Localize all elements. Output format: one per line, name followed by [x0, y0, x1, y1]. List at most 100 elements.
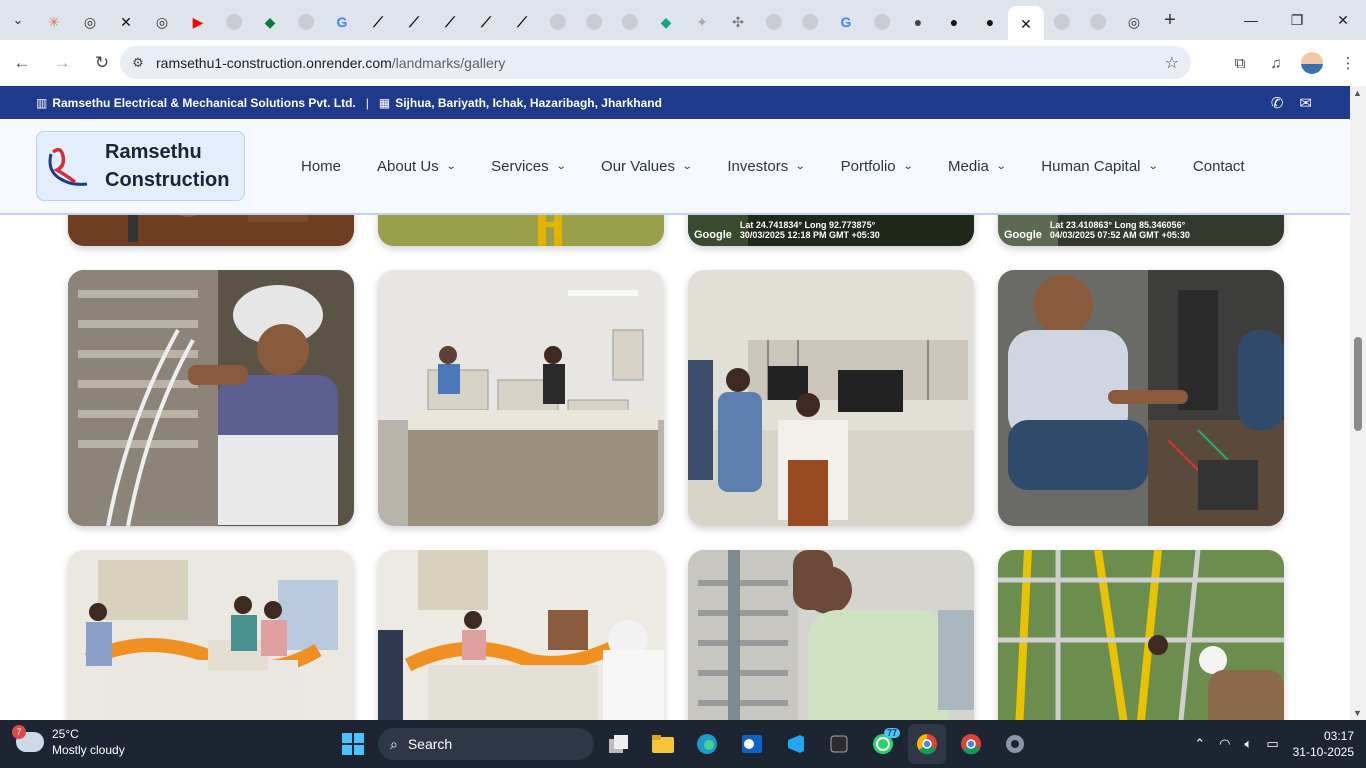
chrome-icon[interactable]	[908, 724, 946, 764]
browser-tab[interactable]: ⟋	[468, 6, 504, 38]
browser-tab[interactable]: ●	[972, 6, 1008, 38]
globe-icon	[802, 14, 818, 30]
nav-item-portfolio[interactable]: Portfolio ⌄	[823, 158, 930, 175]
nav-item-media[interactable]: Media ⌄	[930, 158, 1023, 175]
url-text[interactable]: ramsethu1-construction.onrender.com/land…	[156, 55, 505, 71]
browser-tab[interactable]	[540, 6, 576, 38]
forward-icon[interactable]: →	[44, 45, 80, 81]
browser-tab[interactable]	[612, 6, 648, 38]
gallery-photo[interactable]	[998, 270, 1284, 526]
browser-tab[interactable]	[1044, 6, 1080, 38]
edge-icon[interactable]	[688, 724, 726, 764]
chevron-up-icon[interactable]: ⌃	[1194, 736, 1205, 752]
nav-item-contact[interactable]: Contact	[1175, 158, 1263, 175]
site-info-icon[interactable]: ⚙	[120, 55, 156, 71]
browser-tab[interactable]: ▶	[180, 6, 216, 38]
browser-tab[interactable]: ◆	[252, 6, 288, 38]
top-info-bar: ▥ Ramsethu Electrical & Mechanical Solut…	[0, 86, 1350, 119]
new-tab-button[interactable]: +	[1152, 4, 1188, 36]
search-icon: ⌕	[390, 735, 398, 752]
close-window-icon[interactable]: ✕	[1320, 0, 1366, 40]
browser-tab[interactable]	[864, 6, 900, 38]
site-logo[interactable]: Ramsethu Construction	[36, 131, 245, 201]
address-bar[interactable]: ⚙ ramsethu1-construction.onrender.com/la…	[120, 46, 1191, 79]
nav-item-label: Media	[948, 157, 989, 175]
gallery-photo[interactable]	[68, 550, 354, 720]
taskbar-search[interactable]: ⌕ Search	[378, 728, 594, 760]
chrome-profile-icon[interactable]	[952, 724, 990, 764]
wifi-icon[interactable]: ◠	[1219, 736, 1230, 752]
settings-icon[interactable]	[996, 724, 1034, 764]
scroll-down-icon[interactable]: ▼	[1353, 708, 1362, 718]
file-explorer-icon[interactable]	[644, 724, 682, 764]
browser-tab[interactable]	[216, 6, 252, 38]
browser-tab[interactable]	[288, 6, 324, 38]
task-view-icon[interactable]	[600, 724, 638, 764]
media-controls-icon[interactable]: ♫	[1258, 45, 1294, 81]
nav-item-investors[interactable]: Investors ⌄	[709, 158, 822, 175]
bookmark-star-icon[interactable]: ☆	[1165, 53, 1179, 73]
phone-icon[interactable]: ✆	[1271, 94, 1284, 112]
browser-tab[interactable]	[792, 6, 828, 38]
gallery-photo[interactable]	[688, 270, 974, 526]
weather-widget[interactable]: 7 25°C Mostly cloudy	[12, 725, 125, 758]
whatsapp-icon[interactable]: 77	[864, 724, 902, 764]
scrollbar-thumb[interactable]	[1354, 337, 1362, 431]
browser-tab[interactable]: ✕	[108, 6, 144, 38]
browser-tab[interactable]: ⟋	[504, 6, 540, 38]
browser-tab[interactable]	[756, 6, 792, 38]
volume-icon[interactable]: 🔈︎	[1245, 736, 1253, 752]
clock[interactable]: 03:17 31-10-2025	[1293, 728, 1354, 760]
browser-tab[interactable]: ✣	[720, 6, 756, 38]
gallery-photo[interactable]	[378, 550, 664, 720]
nav-item-human-capital[interactable]: Human Capital ⌄	[1023, 158, 1175, 175]
nav-item-services[interactable]: Services ⌄	[473, 158, 583, 175]
scroll-up-icon[interactable]: ▲	[1353, 88, 1362, 98]
link-icon: ⟋	[481, 13, 491, 30]
mail-icon[interactable]: ✉	[1299, 94, 1312, 112]
browser-tab[interactable]: ●	[900, 6, 936, 38]
browser-tab[interactable]: ⟋	[396, 6, 432, 38]
nav-item-about-us[interactable]: About Us ⌄	[359, 158, 473, 175]
weather-condition: Mostly cloudy	[52, 743, 125, 757]
globe-icon	[586, 14, 602, 30]
page-scrollbar[interactable]: ▲ ▼	[1350, 86, 1366, 720]
browser-tab[interactable]: ●	[936, 6, 972, 38]
browser-tab[interactable]: ◎	[1116, 6, 1152, 38]
temperature: 25°C	[52, 727, 79, 741]
nav-item-our-values[interactable]: Our Values ⌄	[583, 158, 709, 175]
browser-tab[interactable]: ✕	[1008, 6, 1044, 42]
extensions-icon[interactable]: ⧉	[1222, 45, 1258, 81]
terminal-icon[interactable]	[820, 724, 858, 764]
gallery-photo[interactable]	[378, 270, 664, 526]
chatgpt-icon: ◎	[155, 13, 169, 30]
tab-search-chevron-icon[interactable]: ⌄	[0, 0, 36, 40]
browser-tab[interactable]: G	[324, 6, 360, 38]
gallery-photo[interactable]	[998, 550, 1284, 720]
profile-avatar[interactable]	[1294, 45, 1330, 81]
back-icon[interactable]: ←	[4, 45, 40, 81]
chrome-menu-icon[interactable]: ⋮	[1330, 45, 1366, 81]
browser-tab[interactable]: ◎	[72, 6, 108, 38]
maximize-icon[interactable]: ❐	[1274, 0, 1320, 40]
browser-tab[interactable]: ◎	[144, 6, 180, 38]
browser-tab[interactable]: G	[828, 6, 864, 38]
minimize-icon[interactable]: —	[1228, 0, 1274, 40]
x-icon: ✕	[120, 13, 132, 30]
browser-tab[interactable]: ◆	[648, 6, 684, 38]
browser-tab[interactable]: ⟋	[360, 6, 396, 38]
gallery-photo[interactable]	[68, 270, 354, 526]
browser-tab[interactable]	[576, 6, 612, 38]
browser-tab[interactable]: ⟋	[432, 6, 468, 38]
chatgpt-icon: ◎	[83, 13, 97, 30]
gallery-photo[interactable]	[688, 550, 974, 720]
outlook-icon[interactable]	[732, 724, 770, 764]
vscode-icon[interactable]	[776, 724, 814, 764]
battery-icon[interactable]: ▭	[1266, 736, 1278, 752]
browser-tab[interactable]: ✳	[36, 6, 72, 38]
reload-icon[interactable]: ↻	[84, 45, 120, 81]
nav-item-home[interactable]: Home	[283, 158, 359, 175]
windows-start-icon[interactable]	[334, 724, 372, 764]
browser-tab[interactable]	[1080, 6, 1116, 38]
browser-tab[interactable]: ✦	[684, 6, 720, 38]
